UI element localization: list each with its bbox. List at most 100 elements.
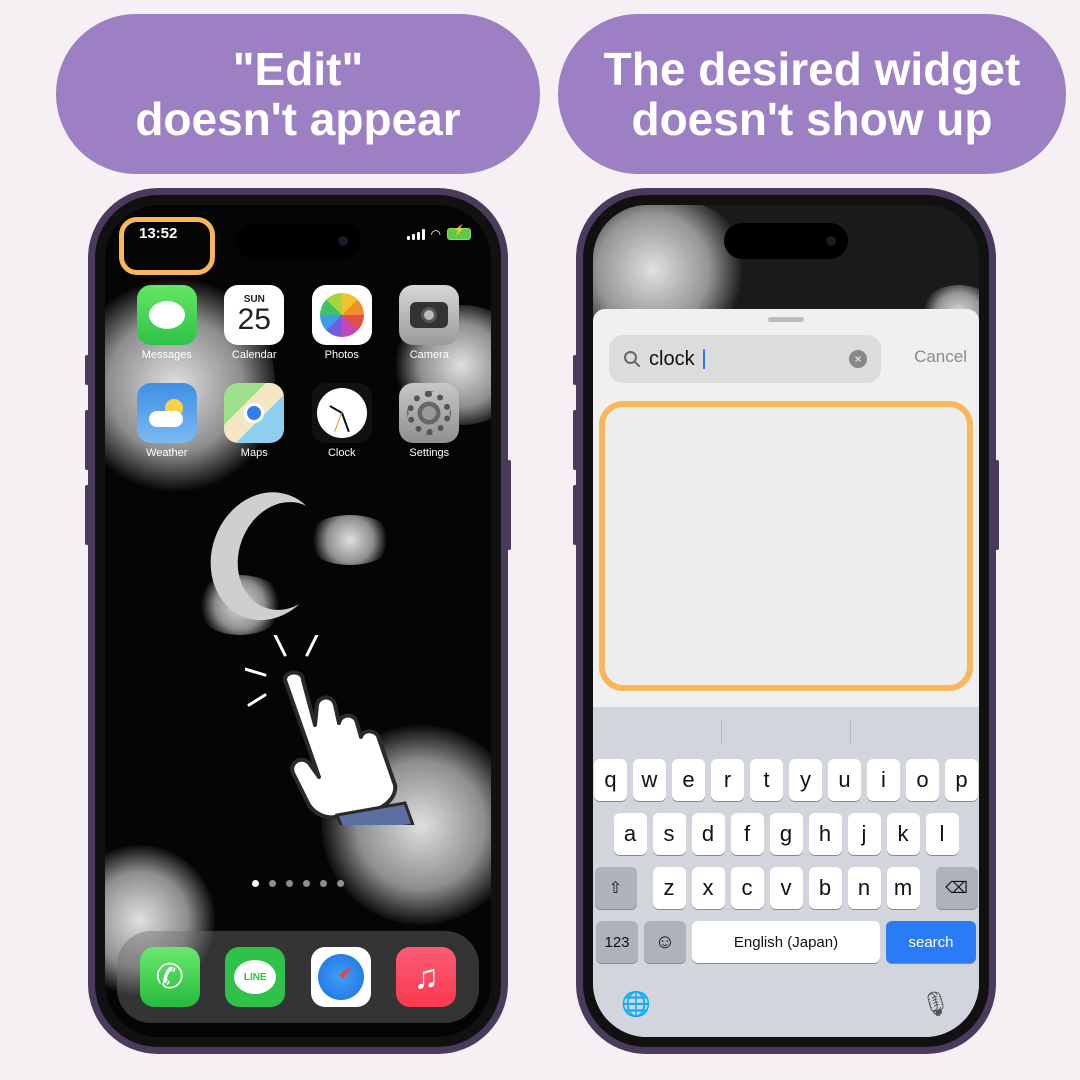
key-row-4: 123 ☺ English (Japan) search [593,921,979,963]
space-key[interactable]: English (Japan) [692,921,880,963]
banner-line-1: The desired widget [603,43,1021,95]
search-icon [624,351,640,367]
settings-icon [399,383,460,443]
key-c[interactable]: c [730,867,764,909]
key-row-1: qwertyuiop [593,759,979,801]
line-logo: LINE [234,960,277,994]
clear-search-icon[interactable]: × [849,350,867,368]
cancel-button[interactable]: Cancel [914,347,967,367]
line-icon[interactable]: LINE [225,947,286,1007]
maps-icon [224,383,285,443]
app-label: Camera [409,349,449,361]
key-v[interactable]: v [769,867,803,909]
app-calendar[interactable]: SUN 25 Calendar [211,285,299,361]
banner-edit-not-appear: "Edit" doesn't appear [56,14,540,174]
key-b[interactable]: b [808,867,842,909]
dynamic-island [724,223,848,259]
key-i[interactable]: i [867,759,900,801]
banner-line-2: doesn't appear [135,93,461,145]
key-z[interactable]: z [652,867,686,909]
phone-widget-search: clock × Cancel qwertyuiop asdfghjkl ⇧ zx… [576,188,996,1054]
key-m[interactable]: m [886,867,920,909]
suggestion-bar [593,707,979,757]
app-clock[interactable]: Clock [298,383,386,459]
key-h[interactable]: h [808,813,842,855]
phone-home-screen: 13:52 ◠ Messages SUN 25 [88,188,508,1054]
app-messages[interactable]: Messages [123,285,211,361]
widget-search-input[interactable]: clock × [609,335,881,383]
dynamic-island [236,223,360,259]
home-screen: 13:52 ◠ Messages SUN 25 [105,205,491,1037]
key-r[interactable]: r [711,759,744,801]
key-f[interactable]: f [730,813,764,855]
app-label: Messages [141,349,192,361]
banner-line-2: doesn't show up [631,93,993,145]
app-label: Calendar [231,349,277,361]
search-key[interactable]: search [886,921,976,963]
photos-icon [311,285,372,345]
app-label: Weather [146,447,188,459]
phone-icon[interactable]: ✆ [139,947,200,1007]
key-t[interactable]: t [750,759,783,801]
messages-icon [136,285,197,345]
key-a[interactable]: a [613,813,647,855]
widget-gallery-screen: clock × Cancel qwertyuiop asdfghjkl ⇧ zx… [593,205,979,1037]
music-icon[interactable]: ♫ [396,947,457,1007]
keyboard: qwertyuiop asdfghjkl ⇧ zxcvbnm ⌫ 123 ☺ E… [593,707,979,1037]
key-u[interactable]: u [828,759,861,801]
app-label: Maps [240,447,268,459]
safari-icon[interactable] [310,947,371,1007]
app-maps[interactable]: Maps [211,383,299,459]
emoji-key[interactable]: ☺ [644,921,686,963]
text-caret [702,349,705,369]
globe-icon[interactable]: 🌐 [621,990,651,1019]
calendar-day: 25 [237,302,271,336]
key-row-3: ⇧ zxcvbnm ⌫ [593,867,979,909]
key-q[interactable]: q [594,759,627,801]
battery-charging-icon [447,225,471,240]
app-settings[interactable]: Settings [386,383,474,459]
numbers-key[interactable]: 123 [596,921,638,963]
banner-widget-not-show: The desired widget doesn't show up [558,14,1066,174]
keyboard-bottom-bar: 🌐 🎙 [621,990,951,1019]
app-camera[interactable]: Camera [386,285,474,361]
key-g[interactable]: g [769,813,803,855]
key-p[interactable]: p [945,759,978,801]
clock-icon [311,383,372,443]
key-x[interactable]: x [691,867,725,909]
key-o[interactable]: o [906,759,939,801]
time-highlight-box [119,217,215,275]
weather-icon [136,383,197,443]
calendar-icon: SUN 25 [224,285,285,345]
app-weather[interactable]: Weather [123,383,211,459]
search-value: clock [649,347,695,370]
sheet-grabber[interactable] [768,317,804,322]
key-n[interactable]: n [847,867,881,909]
microphone-icon[interactable]: 🎙 [921,990,951,1019]
app-grid: Messages SUN 25 Calendar Photos Camera W… [123,285,473,459]
signal-icon [406,228,425,240]
key-j[interactable]: j [847,813,881,855]
key-k[interactable]: k [886,813,920,855]
empty-results-highlight [599,401,973,691]
page-indicator[interactable] [252,880,344,887]
key-s[interactable]: s [652,813,686,855]
shift-key[interactable]: ⇧ [594,867,637,909]
key-y[interactable]: y [789,759,822,801]
banner-line-1: "Edit" [232,43,364,95]
key-e[interactable]: e [672,759,705,801]
delete-key[interactable]: ⌫ [935,867,978,909]
dock: ✆ LINE ♫ [117,931,479,1023]
key-l[interactable]: l [925,813,959,855]
app-label: Photos [324,349,359,361]
wifi-icon: ◠ [430,227,441,241]
status-icons: ◠ [406,225,471,241]
key-w[interactable]: w [633,759,666,801]
app-photos[interactable]: Photos [298,285,386,361]
app-label: Clock [327,447,356,459]
app-label: Settings [409,447,450,459]
key-d[interactable]: d [691,813,725,855]
widget-search-sheet: clock × Cancel qwertyuiop asdfghjkl ⇧ zx… [593,309,979,1037]
key-row-2: asdfghjkl [593,813,979,855]
camera-icon [399,285,460,345]
